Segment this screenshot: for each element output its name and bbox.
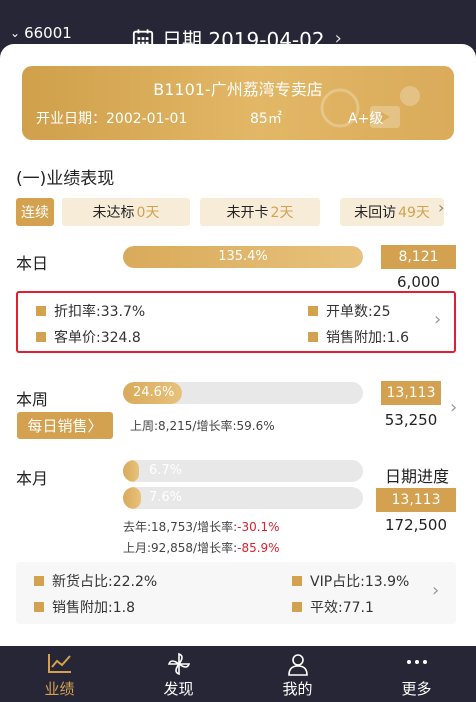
today-percent: 135.4% <box>218 249 268 264</box>
pinwheel-icon <box>167 652 190 676</box>
daily-sales-button[interactable]: 每日销售〉 <box>17 412 113 439</box>
tab-more[interactable]: 更多 <box>357 646 476 702</box>
metric-vip: VIP占比:13.9% <box>292 571 409 591</box>
tab-mine[interactable]: 我的 <box>238 646 357 702</box>
chevron-right-icon: › <box>432 580 440 601</box>
today-label: 本日 <box>16 254 49 273</box>
bottom-tab-bar: 业绩 发现 我的 更多 <box>0 646 476 702</box>
bullet-square <box>34 602 44 612</box>
month-label: 本月 <box>16 469 49 488</box>
week-percent: 24.6% <box>133 385 175 400</box>
metric-discount: 折扣率:33.7% <box>36 301 145 321</box>
metric-avg-price: 客单价:324.8 <box>36 327 141 347</box>
month-progress-bar-2: 7.6% <box>123 487 363 509</box>
chevron-right-icon: › <box>434 309 442 330</box>
month-actual: 13,113 <box>376 488 456 512</box>
bullet-square <box>36 306 46 316</box>
bullet-square <box>34 576 44 586</box>
store-code: 66001 <box>24 24 72 42</box>
month-progress-fill-1 <box>123 460 140 482</box>
tab-performance[interactable]: 业绩 <box>0 646 119 702</box>
today-progress-bar: 135.4% <box>123 246 363 268</box>
chevron-right-icon[interactable]: › <box>450 397 457 418</box>
bullet-square <box>308 332 318 342</box>
store-area: 85㎡ <box>250 111 282 127</box>
week-note: 上周:8,215/增长率:59.6% <box>130 419 275 433</box>
month-note-last-month: 上月:92,858/增长率:-85.9% <box>123 541 280 555</box>
store-banner: B1101-广州荔湾专卖店 开业日期：2002-01-01 85㎡ A+级 <box>22 66 454 140</box>
bullet-square <box>292 576 302 586</box>
week-progress-bar: 24.6% <box>123 382 363 404</box>
store-selector[interactable]: ⌄ 66001 <box>10 24 72 42</box>
metric-new-goods: 新货占比:22.2% <box>34 571 157 591</box>
store-level: A+级 <box>348 111 384 127</box>
month-note-last-year: 去年:18,753/增长率:-30.1% <box>123 520 280 534</box>
chevron-right-icon[interactable]: › <box>438 198 444 217</box>
chart-icon <box>47 654 71 673</box>
store-open-date: 开业日期：2002-01-01 <box>36 111 188 127</box>
person-icon <box>287 654 308 676</box>
metric-month-attach: 销售附加:1.8 <box>34 597 135 617</box>
today-actual: 8,121 <box>381 245 456 269</box>
tag-no-card[interactable]: 未开卡 2天 <box>200 198 320 226</box>
tag-not-met[interactable]: 未达标 0天 <box>62 198 190 226</box>
streak-tag: 连续 <box>16 198 54 226</box>
month-progress-bar-1: 6.7% <box>123 460 363 482</box>
metric-attach: 销售附加:1.6 <box>308 327 409 347</box>
bullet-square <box>308 306 318 316</box>
today-metrics-panel[interactable]: 折扣率:33.7% 开单数:25 客单价:324.8 销售附加:1.6 › <box>16 291 456 353</box>
month-percent-2: 7.6% <box>149 490 183 505</box>
more-icon <box>406 660 427 664</box>
chevron-down-icon: ⌄ <box>10 26 21 40</box>
month-metrics-panel[interactable]: 新货占比:22.2% VIP占比:13.9% 销售附加:1.8 平效:77.1 … <box>16 562 456 624</box>
date-progress-title: 日期进度 <box>384 467 449 486</box>
tag-no-revisit[interactable]: 未回访 49天 <box>340 198 444 226</box>
week-target: 53,250 <box>384 411 438 429</box>
metric-efficiency: 平效:77.1 <box>292 597 374 617</box>
month-percent-1: 6.7% <box>149 463 183 478</box>
tab-discover[interactable]: 发现 <box>119 646 238 702</box>
month-target: 172,500 <box>384 516 448 534</box>
bullet-square <box>36 332 46 342</box>
week-actual: 13,113 <box>381 381 441 405</box>
metric-orders: 开单数:25 <box>308 301 391 321</box>
bullet-square <box>292 602 302 612</box>
section-title: (一)业绩表现 <box>16 169 115 189</box>
store-name: B1101-广州荔湾专卖店 <box>153 80 323 99</box>
month-progress-fill-2 <box>123 487 142 509</box>
today-target: 6,000 <box>397 273 440 291</box>
week-label: 本周 <box>16 390 49 409</box>
